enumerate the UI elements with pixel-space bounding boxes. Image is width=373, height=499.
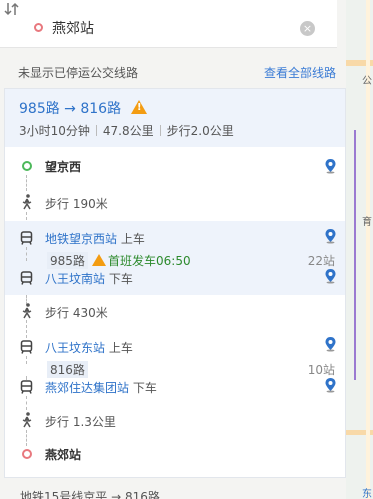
stop-count: 10站 (307, 363, 335, 377)
warning-icon (131, 100, 147, 114)
stop-count: 22站 (307, 254, 335, 268)
walk-icon (22, 194, 32, 210)
warning-icon (92, 254, 106, 266)
map-label: 东 (362, 489, 372, 499)
alight-station: 八王坟南站 下车 (45, 270, 133, 287)
route-detail-card: 985路 → 816路 3小时10分钟 47.8公里步行2.0公里 望京西 步行 … (4, 88, 346, 478)
board-station: 地铁望京西站 上车 (45, 230, 145, 247)
location-pin-icon[interactable] (324, 336, 337, 352)
route-distance: 47.8公里 (102, 124, 154, 138)
walk-icon (22, 303, 32, 319)
alight-station-name: 八王坟南站 (45, 272, 106, 286)
bus-icon (20, 271, 33, 285)
map-view[interactable]: 公 育 东 (346, 0, 373, 499)
walk-step: 步行 430米 (45, 306, 108, 320)
bus-icon (20, 380, 33, 394)
alight-station[interactable]: 燕郊住达集团站 下车 (45, 379, 157, 396)
board-station-name: 地铁望京西站 (45, 232, 118, 246)
clear-icon[interactable]: × (300, 21, 315, 36)
map-label: 育 (362, 217, 372, 228)
route-title: 985路 → 816路 (19, 101, 122, 117)
board-station[interactable]: 八王坟东站 上车 (45, 339, 133, 356)
location-pin-icon[interactable] (324, 377, 337, 393)
location-pin-icon[interactable] (324, 158, 337, 174)
alight-action: 下车 (105, 272, 133, 286)
line-badge[interactable]: 816路 (47, 361, 88, 378)
first-bus-time: 首班发车06:50 (108, 254, 191, 268)
board-action: 上车 (105, 341, 133, 355)
subway-icon (20, 231, 33, 245)
route-duration: 3小时10分钟 (19, 124, 90, 138)
end-point-input[interactable]: 燕郊站 (52, 18, 94, 38)
hidden-lines-hint: 未显示已停运公交线路 (18, 66, 139, 80)
swap-icon[interactable] (4, 2, 20, 16)
board-station-name: 八王坟东站 (45, 341, 106, 355)
view-all-routes-link[interactable]: 查看全部线路 (264, 64, 336, 81)
end-point-icon (34, 23, 43, 32)
route-search-box: 燕郊站 × (0, 0, 337, 48)
first-bus-notice: 首班发车06:50 (92, 252, 191, 269)
route-meta: 3小时10分钟 47.8公里 步行2.0公里 (19, 122, 234, 139)
start-station: 望京西 (45, 160, 82, 174)
start-point-icon (22, 161, 32, 171)
end-station: 燕郊站 (45, 448, 82, 462)
end-point-icon (22, 449, 32, 459)
transit-segment[interactable]: 地铁望京西站 上车 985路 首班发车06:50 22站 八王坟南站 下车 (5, 221, 345, 295)
line-badge[interactable]: 985路 (47, 252, 88, 269)
alight-action: 下车 (129, 381, 157, 395)
alight-station-name: 燕郊住达集团站 (45, 381, 130, 395)
map-label: 公 (362, 76, 372, 87)
bus-icon (20, 340, 33, 354)
location-pin-icon[interactable] (324, 228, 337, 244)
board-action: 上车 (117, 232, 145, 246)
route-walk-distance: 步行2.0公里 (166, 124, 234, 138)
location-pin-icon[interactable] (324, 268, 337, 284)
route-info-bar: 未显示已停运公交线路 查看全部线路 (4, 60, 346, 84)
walk-step: 步行 190米 (45, 197, 108, 211)
next-route-option[interactable]: 地铁15号线京平 → 816路 (20, 488, 160, 499)
walk-step: 步行 1.3公里 (45, 415, 116, 429)
route-summary[interactable]: 985路 → 816路 3小时10分钟 47.8公里步行2.0公里 (5, 89, 345, 147)
walk-icon (22, 412, 32, 428)
